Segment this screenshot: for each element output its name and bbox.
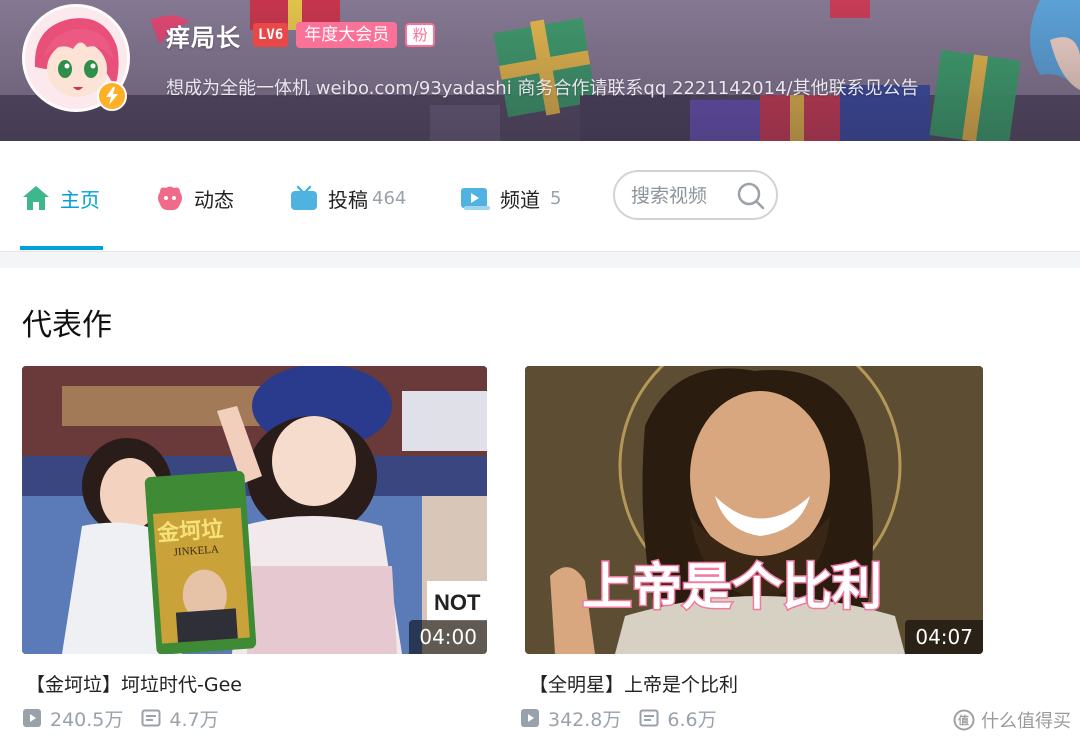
watermark-logo-icon: 值 xyxy=(953,709,975,731)
play-count-text: 240.5万 xyxy=(50,708,124,731)
danmaku-count-text: 6.6万 xyxy=(667,708,717,731)
video-title[interactable]: 【金坷垃】坷垃时代-Gee xyxy=(26,670,242,697)
tab-dynamic-label: 动态 xyxy=(194,187,234,212)
profile-name-row: 痒局长 LV6 年度大会员 粉 xyxy=(166,18,436,53)
tab-home-label: 主页 xyxy=(60,187,100,212)
uploads-count: 464 xyxy=(372,187,407,209)
section-title: 代表作 xyxy=(22,308,112,343)
user-signature: 想成为全能一体机 weibo.com/93yadashi 商务合作请联系qq 2… xyxy=(166,78,919,99)
vip-badge[interactable]: 年度大会员 xyxy=(296,22,398,48)
avatar-container[interactable] xyxy=(22,4,130,112)
search-box[interactable] xyxy=(613,170,778,220)
danmaku-icon xyxy=(141,709,161,727)
video-stats: 342.8万 6.6万 xyxy=(520,705,735,732)
video-thumbnail[interactable]: 上帝是个比利 04:07 xyxy=(525,366,983,654)
danmaku-count: 4.7万 xyxy=(141,705,219,732)
channel-icon xyxy=(461,188,490,210)
video-duration: 04:00 xyxy=(409,620,487,654)
svg-text:值: 值 xyxy=(958,713,969,727)
video-stats: 240.5万 4.7万 xyxy=(22,705,237,732)
verified-lightning-icon xyxy=(97,81,127,111)
thumb-product-text: 金坷垃 xyxy=(155,516,224,547)
channel-count: 5 xyxy=(550,187,562,209)
play-count: 342.8万 xyxy=(520,705,621,732)
profile-banner: 痒局长 LV6 年度大会员 粉 想成为全能一体机 weibo.com/93yad… xyxy=(0,0,1080,141)
thumb-caption-text: 上帝是个比利 xyxy=(582,558,882,616)
tab-channel-label: 频道 xyxy=(500,187,540,212)
video-title[interactable]: 【全明星】上帝是个比利 xyxy=(529,670,738,697)
video-duration: 04:07 xyxy=(905,620,983,654)
tv-icon xyxy=(291,185,317,210)
video-card[interactable]: 上帝是个比利 04:07 【全明星】上帝是个比利 342.8万 6.6万 xyxy=(521,366,990,731)
watermark-text: 什么值得买 xyxy=(981,711,1071,732)
play-count-text: 342.8万 xyxy=(548,708,622,731)
dynamic-icon xyxy=(158,186,182,211)
play-count-icon xyxy=(23,709,41,727)
profile-nav: 主页 动态 投稿 464 频道 5 xyxy=(0,141,1080,251)
tab-channel[interactable]: 频道 5 xyxy=(460,178,561,218)
home-icon xyxy=(23,186,49,210)
tab-dynamic[interactable]: 动态 xyxy=(156,178,234,218)
play-count: 240.5万 xyxy=(22,705,123,732)
watermark: 值 什么值得买 xyxy=(953,706,1071,734)
thumb-shirt-text: NOT xyxy=(434,590,481,615)
thumbnail-image: NOT 金坷垃 JINKELA xyxy=(22,366,487,654)
tab-home[interactable]: 主页 xyxy=(22,178,100,218)
level-badge: LV6 xyxy=(253,23,289,47)
tab-uploads-label: 投稿 xyxy=(328,187,368,212)
active-tab-indicator xyxy=(20,246,103,250)
tab-uploads[interactable]: 投稿 464 xyxy=(290,178,406,218)
search-icon[interactable] xyxy=(735,180,767,212)
banner-shade xyxy=(0,0,1080,141)
video-thumbnail[interactable]: NOT 金坷垃 JINKELA 04:00 xyxy=(22,366,487,654)
danmaku-icon xyxy=(639,709,659,727)
user-name[interactable]: 痒局长 xyxy=(166,18,241,53)
video-card[interactable]: NOT 金坷垃 JINKELA 04:00 【金坷垃】坷垃时代-Gee 240.… xyxy=(22,366,487,731)
search-input[interactable] xyxy=(631,184,731,208)
danmaku-count: 6.6万 xyxy=(639,705,717,732)
play-count-icon xyxy=(521,709,539,727)
thumbnail-image: 上帝是个比利 xyxy=(525,366,983,654)
fan-badge[interactable]: 粉 xyxy=(405,23,436,47)
danmaku-count-text: 4.7万 xyxy=(169,708,219,731)
section-divider xyxy=(0,251,1080,268)
